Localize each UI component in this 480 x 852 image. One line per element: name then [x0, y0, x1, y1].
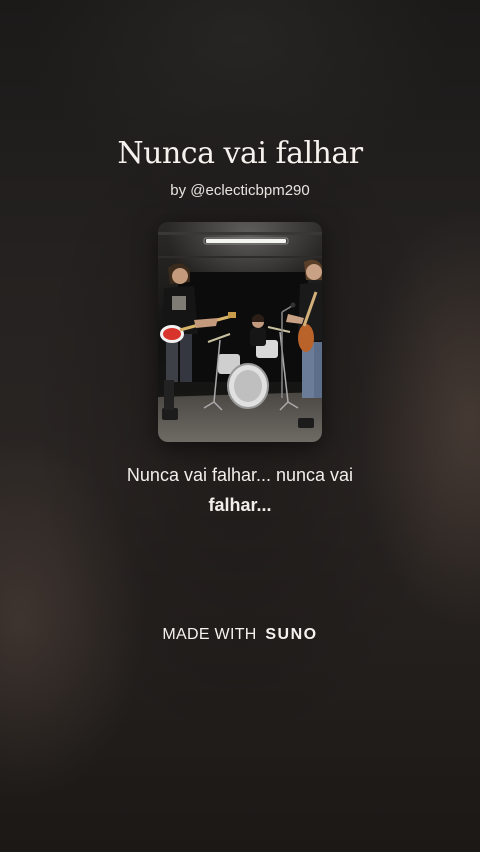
made-with-suno-badge: MADE WITH SUNO: [0, 624, 480, 646]
cover-art: [158, 222, 322, 442]
lyrics-display: Nunca vai falhar... nunca vai falhar...: [90, 460, 390, 520]
band-photo-icon: [158, 222, 322, 442]
lyric-video-screen: Nunca vai falhar by @eclecticbpm290 Nunc…: [0, 0, 480, 852]
suno-logo: SUNO: [265, 626, 318, 643]
made-with-label: MADE WITH: [162, 626, 257, 643]
song-author: by @eclecticbpm290: [170, 182, 310, 199]
lyric-line-highlighted: falhar...: [208, 495, 272, 515]
lyric-line-current: Nunca vai falhar... nunca vai: [126, 465, 354, 485]
song-title: Nunca vai falhar: [117, 136, 363, 171]
